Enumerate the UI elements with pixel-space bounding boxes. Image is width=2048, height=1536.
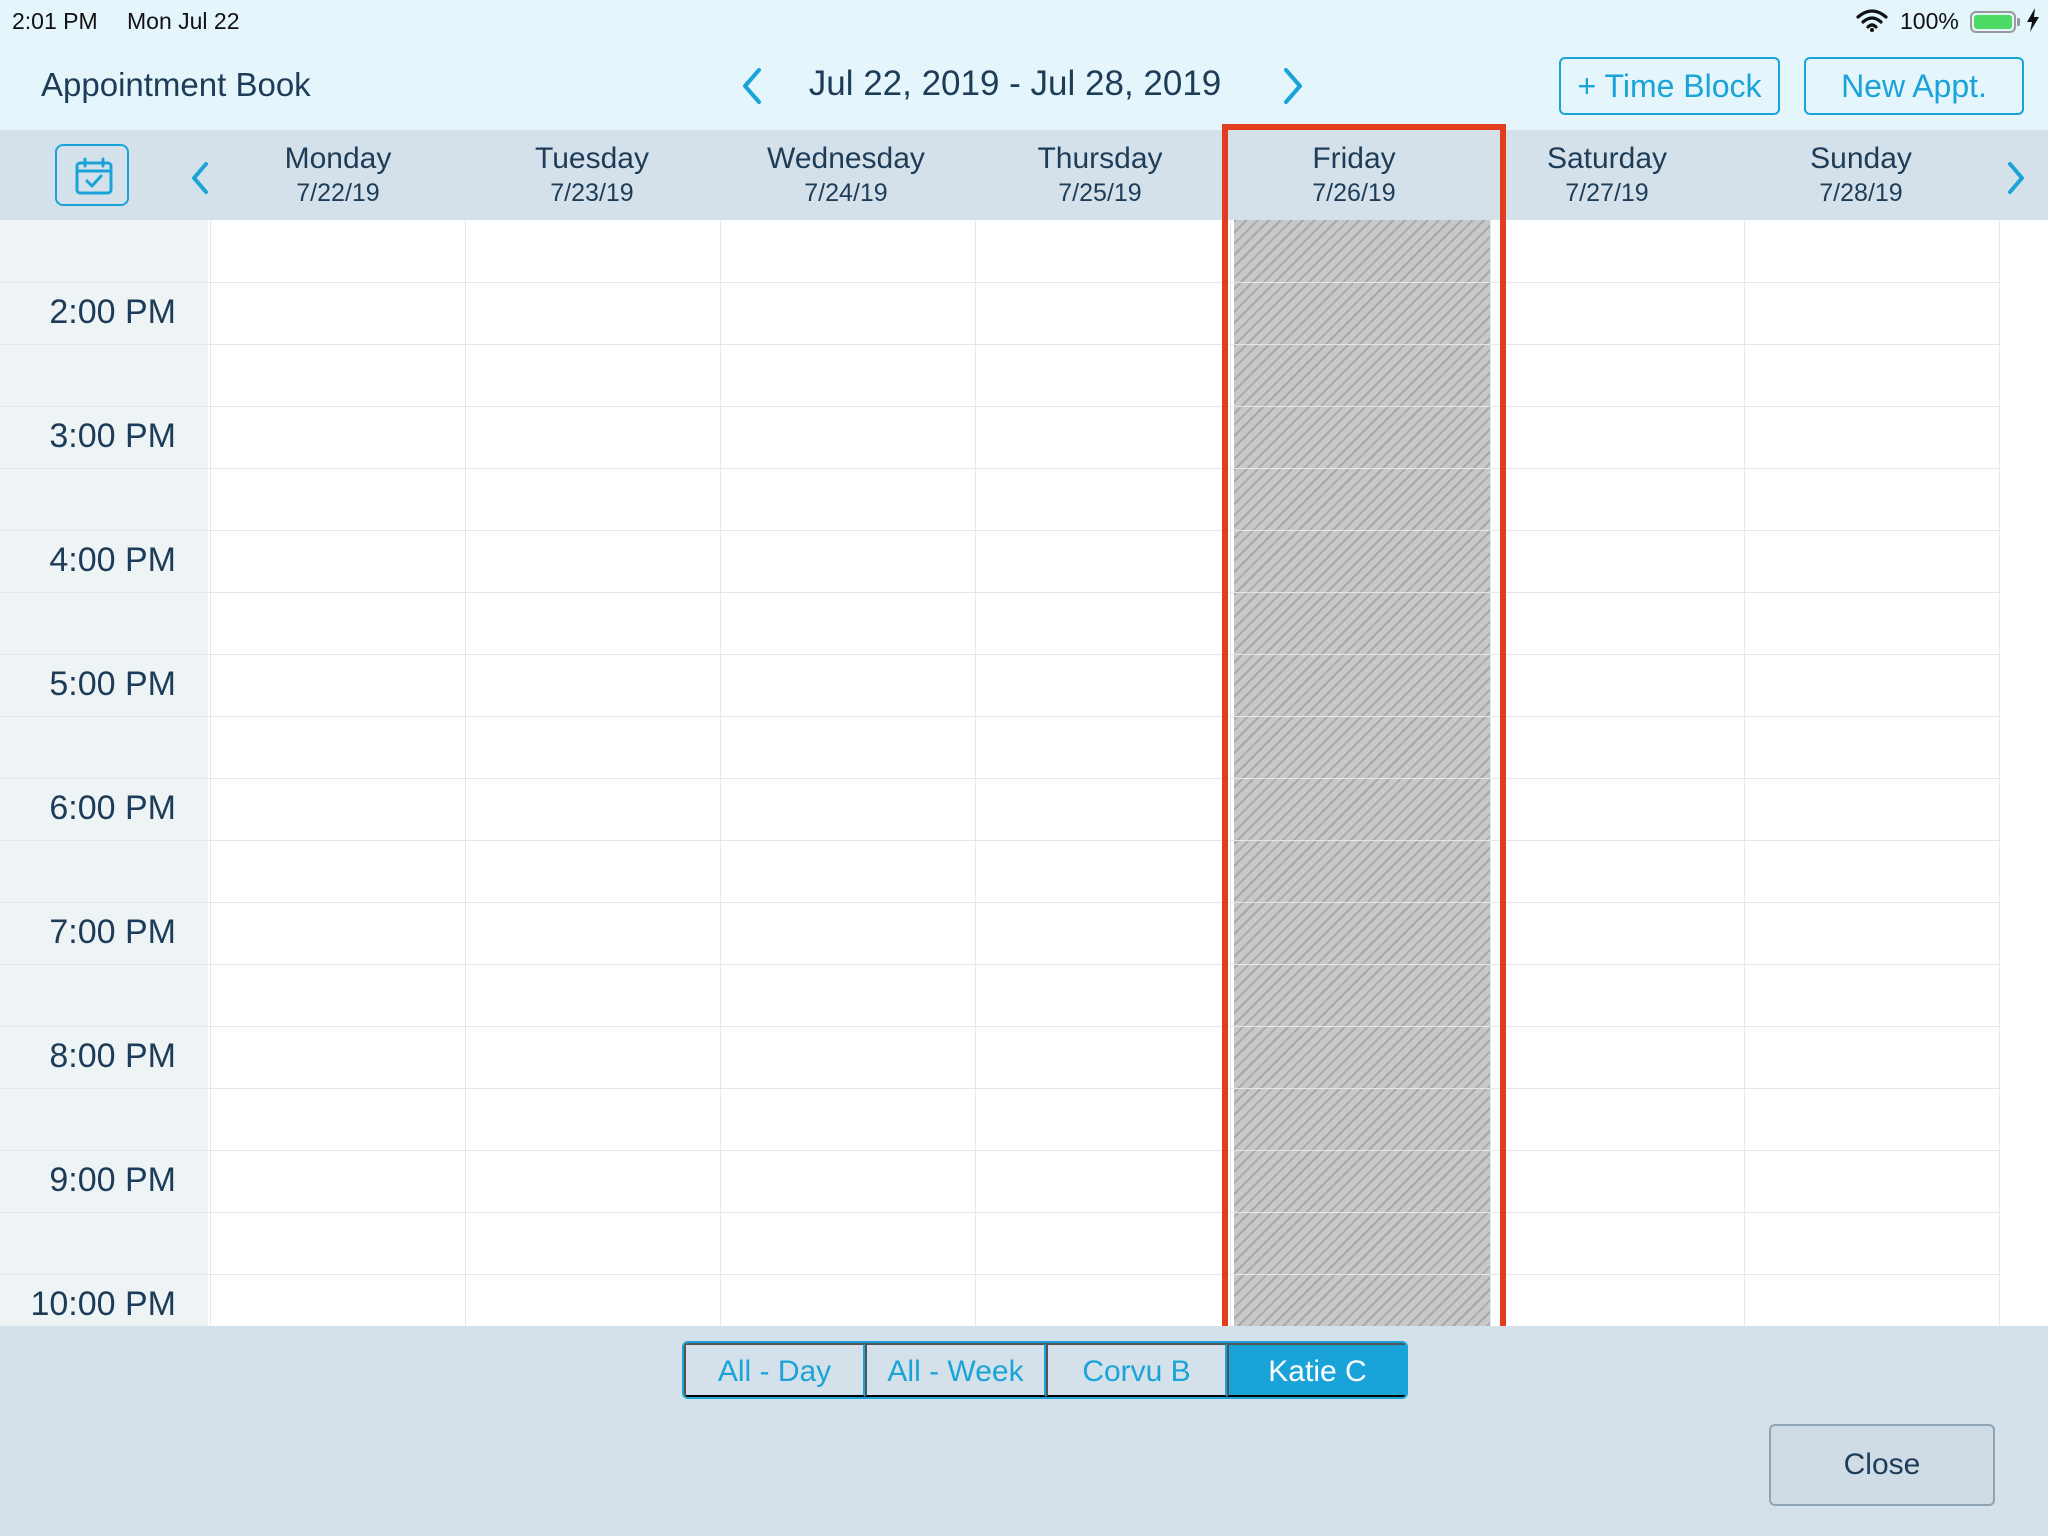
day-date: 7/23/19 <box>550 179 634 207</box>
day-date: 7/27/19 <box>1565 179 1649 207</box>
day-header-wednesday[interactable]: Wednesday 7/24/19 <box>719 140 973 208</box>
day-name: Thursday <box>1037 142 1163 175</box>
battery-percent: 100% <box>1900 8 1959 34</box>
segment-katie-c[interactable]: Katie C <box>1227 1343 1406 1397</box>
day-header-saturday[interactable]: Saturday 7/27/19 <box>1480 140 1734 208</box>
bottom-bar: All - Day All - Week Corvu B Katie C Clo… <box>0 1326 2048 1536</box>
time-label: 5:00 PM <box>49 665 176 703</box>
page-title: Appointment Book <box>41 66 311 103</box>
time-label: 10:00 PM <box>30 1285 176 1323</box>
half-hour-gridline <box>0 964 2000 965</box>
day-column-saturday[interactable] <box>1490 220 1744 1326</box>
day-name: Monday <box>284 142 392 175</box>
half-hour-gridline <box>0 468 2000 469</box>
day-name: Sunday <box>1810 142 1912 175</box>
charging-bolt-icon <box>2026 7 2040 39</box>
day-header-thursday[interactable]: Thursday 7/25/19 <box>973 140 1227 208</box>
half-hour-gridline <box>0 840 2000 841</box>
day-name: Saturday <box>1546 142 1668 175</box>
close-button[interactable]: Close <box>1769 1424 1995 1506</box>
previous-days-button[interactable] <box>188 158 212 203</box>
status-bar: 2:01 PM Mon Jul 22 100% <box>0 0 2048 42</box>
day-header-row: Monday 7/22/19 Tuesday 7/23/19 Wednesday… <box>0 130 2048 220</box>
day-date: 7/26/19 <box>1312 179 1396 207</box>
hour-gridline <box>0 406 2000 407</box>
day-header-sunday[interactable]: Sunday 7/28/19 <box>1734 140 1988 208</box>
half-hour-gridline <box>0 344 2000 345</box>
time-label: 8:00 PM <box>49 1037 176 1075</box>
hour-gridline <box>0 778 2000 779</box>
half-hour-gridline <box>0 1212 2000 1213</box>
staff-view-selector: All - Day All - Week Corvu B Katie C <box>682 1341 1408 1399</box>
day-date: 7/25/19 <box>1058 179 1142 207</box>
column-divider <box>1999 220 2000 1326</box>
day-column-thursday[interactable] <box>976 220 1230 1326</box>
status-date: Mon Jul 22 <box>127 8 240 34</box>
date-range-label: Jul 22, 2019 - Jul 28, 2019 <box>808 64 1222 103</box>
status-time: 2:01 PM <box>12 8 98 34</box>
new-appointment-button[interactable]: New Appt. <box>1804 57 2024 115</box>
hour-gridline <box>0 530 2000 531</box>
time-label: 7:00 PM <box>49 913 176 951</box>
half-hour-gridline <box>0 592 2000 593</box>
previous-week-button[interactable] <box>737 64 765 113</box>
battery-icon <box>1970 10 2022 40</box>
next-days-button[interactable] <box>2004 158 2028 203</box>
hour-gridline <box>0 1026 2000 1027</box>
half-hour-gridline <box>0 716 2000 717</box>
hour-gridline <box>0 282 2000 283</box>
app-header: Appointment Book Jul 22, 2019 - Jul 28, … <box>0 42 2048 130</box>
chevron-right-icon <box>1284 68 1302 104</box>
segment-corvu-b[interactable]: Corvu B <box>1046 1343 1227 1397</box>
day-column-sunday[interactable] <box>1745 220 1999 1326</box>
column-divider <box>1490 220 1491 1326</box>
calendar-check-icon <box>75 157 113 195</box>
day-date: 7/22/19 <box>296 179 380 207</box>
next-week-button[interactable] <box>1280 64 1308 113</box>
day-name: Wednesday <box>767 142 925 175</box>
time-label: 3:00 PM <box>49 417 176 455</box>
time-label: 2:00 PM <box>49 293 176 331</box>
chevron-right-icon <box>2008 162 2024 194</box>
segment-all-week[interactable]: All - Week <box>865 1343 1046 1397</box>
chevron-left-icon <box>743 68 761 104</box>
day-column-tuesday[interactable] <box>466 220 720 1326</box>
time-label: 4:00 PM <box>49 541 176 579</box>
day-header-tuesday[interactable]: Tuesday 7/23/19 <box>465 140 719 208</box>
appointment-book-screen: 2:01 PM Mon Jul 22 100% Appointment Book… <box>0 0 2048 1536</box>
time-block-button[interactable]: + Time Block <box>1559 57 1780 115</box>
day-date: 7/28/19 <box>1819 179 1903 207</box>
wifi-icon <box>1856 8 1888 38</box>
column-divider <box>1230 220 1231 1326</box>
hour-gridline <box>0 902 2000 903</box>
column-divider <box>1744 220 1745 1326</box>
column-divider <box>210 220 211 1326</box>
hour-gridline <box>0 1274 2000 1275</box>
day-name: Tuesday <box>535 142 649 175</box>
segment-all-day[interactable]: All - Day <box>684 1343 865 1397</box>
hour-gridline <box>0 654 2000 655</box>
column-divider <box>465 220 466 1326</box>
half-hour-gridline <box>0 1088 2000 1089</box>
schedule-grid: 2:00 PM 3:00 PM 4:00 PM 5:00 PM 6:00 PM … <box>0 220 2048 1326</box>
calendar-picker-button[interactable] <box>55 144 129 206</box>
time-label: 6:00 PM <box>49 789 176 827</box>
day-column-monday[interactable] <box>211 220 465 1326</box>
hour-gridline <box>0 1150 2000 1151</box>
column-divider <box>975 220 976 1326</box>
day-name: Friday <box>1312 142 1396 175</box>
day-header-monday[interactable]: Monday 7/22/19 <box>211 140 465 208</box>
blocked-day-column-friday <box>1234 220 1490 1326</box>
column-divider <box>720 220 721 1326</box>
day-header-friday[interactable]: Friday 7/26/19 <box>1227 140 1481 208</box>
day-column-wednesday[interactable] <box>721 220 975 1326</box>
time-label: 9:00 PM <box>49 1161 176 1199</box>
chevron-left-icon <box>192 162 208 194</box>
day-date: 7/24/19 <box>804 179 888 207</box>
